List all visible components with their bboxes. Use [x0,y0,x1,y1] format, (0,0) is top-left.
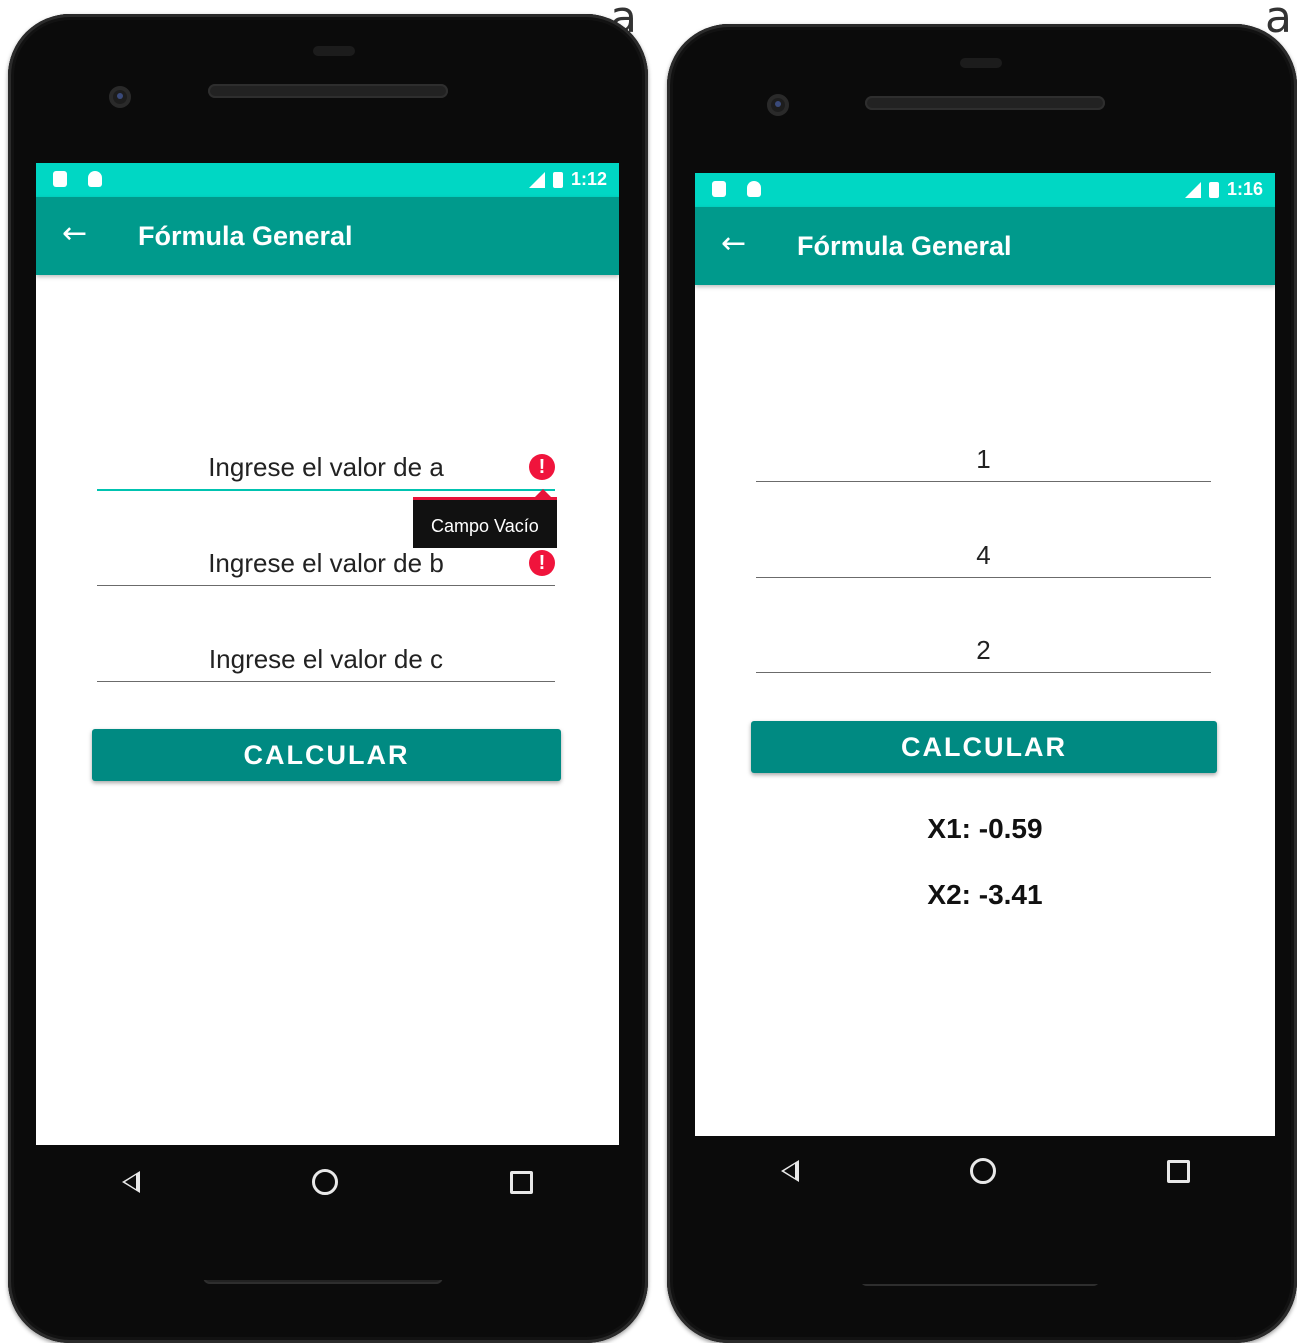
right-phone: 1:16 ← Fórmula General 1 4 2 CALCULAR X1… [667,24,1297,1343]
signal-icon [1184,181,1201,198]
back-arrow-icon[interactable]: ← [62,219,87,249]
nav-bar [695,1136,1275,1284]
left-screen: 1:12 ← Fórmula General Ingrese el valor … [36,163,619,1280]
signal-icon [528,171,545,188]
status-time: 1:16 [1226,179,1263,199]
tooltip-pointer [535,489,551,497]
battery-icon [552,171,563,188]
result-x1: X1: -0.59 [927,813,1043,844]
android-icon [747,181,761,197]
calcular-button[interactable]: CALCULAR [751,721,1217,773]
back-arrow-icon[interactable]: ← [721,229,746,259]
app-title: Fórmula General [797,231,1012,261]
input-a[interactable]: 1 [756,441,1211,482]
input-c[interactable]: Ingrese el valor de c [97,641,555,682]
input-a[interactable]: Ingrese el valor de a [97,449,555,491]
android-icon [88,171,102,187]
error-icon: ! [529,550,555,576]
sd-card-icon [712,181,726,197]
error-icon: ! [529,454,555,480]
nav-home-icon[interactable] [312,1169,338,1195]
input-c[interactable]: 2 [756,632,1211,673]
error-tooltip: Campo Vacío [413,497,557,548]
nav-back-icon[interactable] [122,1171,140,1193]
app-bar: ← Fórmula General [695,207,1275,285]
status-bar: 1:16 [695,173,1275,207]
input-b[interactable]: 4 [756,537,1211,578]
nav-bar [36,1145,619,1280]
nav-recent-icon[interactable] [1166,1160,1190,1183]
front-camera [109,86,131,108]
app-bar: ← Fórmula General [36,197,619,275]
top-speaker [208,84,448,98]
status-bar: 1:12 [36,163,619,197]
app-title: Fórmula General [138,221,353,251]
front-camera [767,94,789,116]
right-screen: 1:16 ← Fórmula General 1 4 2 CALCULAR X1… [695,173,1275,1284]
nav-home-icon[interactable] [969,1158,996,1184]
calcular-button[interactable]: CALCULAR [92,729,561,781]
nav-recent-icon[interactable] [510,1171,533,1194]
top-speaker [865,96,1105,110]
battery-icon [1208,181,1219,198]
left-phone: 1:12 ← Fórmula General Ingrese el valor … [8,14,648,1343]
nav-back-icon[interactable] [780,1160,799,1182]
input-b[interactable]: Ingrese el valor de b [97,545,555,586]
sd-card-icon [53,171,67,187]
sensor-slot [960,58,1002,68]
sensor-slot [313,46,355,56]
status-time: 1:12 [570,169,607,189]
result-x2: X2: -3.41 [927,879,1043,910]
